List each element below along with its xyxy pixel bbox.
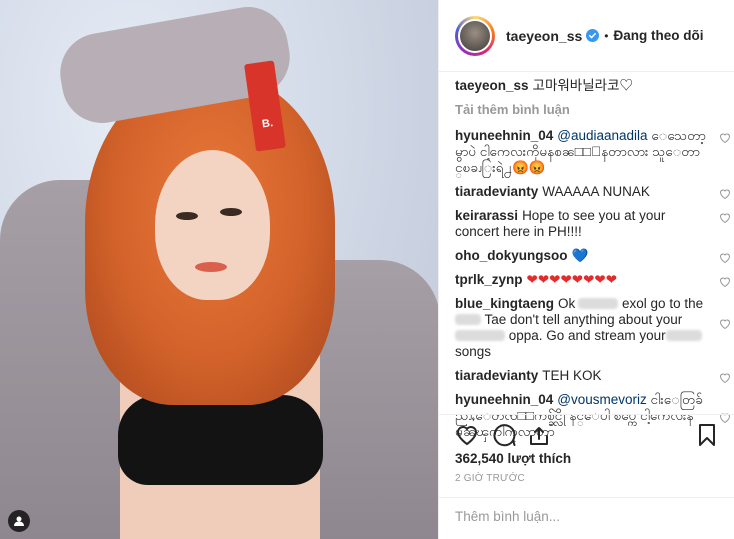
comment-username[interactable]: tprlk_zynp [455,272,523,287]
share-icon[interactable] [527,423,551,447]
comment-text: songs [455,344,492,359]
caption-text: 고마워바닐라코♡ [532,78,633,93]
following-button[interactable]: Đang theo dõi [613,28,703,43]
header-separator: • [604,28,609,43]
photo-product-label: B. [261,117,274,131]
comment-username[interactable]: blue_kingtaeng [455,296,554,311]
comments-list: taeyeon_ss 고마워바닐라코♡ Tải thêm bình luận hy… [455,78,733,448]
comment-username[interactable]: hyuneehnin_04 [455,392,553,407]
comment-text: Ok [558,296,576,311]
comment-like-icon[interactable] [719,372,731,383]
blurred-text [665,330,702,341]
post-header: taeyeon_ss • Đang theo dõi [439,0,734,72]
photo-eye-left [176,212,198,220]
comment-text: ❤❤❤❤❤❤❤❤ [526,272,618,287]
comment-username[interactable]: oho_dokyungsoo [455,248,568,263]
caption-username[interactable]: taeyeon_ss [455,78,529,93]
comment-item: blue_kingtaeng Ok exol go to the Tae don'… [455,296,733,360]
blurred-text [455,330,505,341]
caption: taeyeon_ss 고마워바닐라코♡ [455,78,733,94]
post-side-panel: taeyeon_ss • Đang theo dõi taeyeon_ss 고마워… [438,0,734,539]
comment-mention[interactable]: @audiaanadila [557,128,647,143]
comment-emoji: 😡😡 [512,160,546,175]
comment-username[interactable]: tiaradevianty [455,368,538,383]
verified-badge-icon [586,29,600,42]
comment-input[interactable] [455,509,719,524]
photo-eye-right [220,208,242,216]
comment-text: TEH KOK [542,368,602,383]
comment-item: tiaradevianty TEH KOK [455,368,733,384]
comment-like-icon[interactable] [719,188,731,199]
post-timestamp[interactable]: 2 GIỜ TRƯỚC [455,473,525,484]
comment-username[interactable]: tiaradevianty [455,184,538,199]
comment-text: oppa. Go and stream your [505,328,666,343]
comment-text: exol go to the [618,296,704,311]
likes-count[interactable]: 362,540 lượt thích [455,451,571,466]
avatar[interactable] [458,18,492,53]
comment-username[interactable]: hyuneehnin_04 [455,128,553,143]
user-tag-icon[interactable] [8,510,30,532]
blurred-text [578,298,619,309]
comment-like-icon[interactable] [719,212,731,223]
bookmark-icon[interactable] [695,423,719,447]
comment-like-icon[interactable] [719,252,731,263]
comment-text: Tae don't tell anything about your [481,312,683,327]
comment-item: tprlk_zynp ❤❤❤❤❤❤❤❤ [455,272,733,288]
comment-item: oho_dokyungsoo 💙 [455,248,733,264]
photo-face [155,150,270,300]
photo-top [118,395,323,485]
comment-item: keirarassi Hope to see you at your concer… [455,208,733,240]
avatar-story-ring[interactable] [455,15,495,56]
header-username[interactable]: taeyeon_ss [506,28,582,44]
comment-like-icon[interactable] [719,276,731,287]
comment-mention[interactable]: @vousmevoriz [557,392,646,407]
comment-item: tiaradevianty WAAAAA NUNAK [455,184,733,200]
comment-username[interactable]: keirarassi [455,208,518,223]
comment-item: hyuneehnin_04 @audiaanadila ေသေတာ့မွာပဲ င… [455,128,733,176]
post-photo[interactable]: B. [0,0,438,539]
comment-bubble-icon[interactable] [493,423,517,447]
load-more-comments-button[interactable]: Tải thêm bình luận [455,102,733,118]
photo-lips [195,262,227,272]
comment-text: 💙 [571,248,589,263]
blurred-text [455,314,481,325]
like-heart-icon[interactable] [455,423,479,447]
comment-text: WAAAAA NUNAK [542,184,650,199]
post-actions-bar [439,414,734,454]
add-comment-bar [439,497,734,539]
comment-like-icon[interactable] [719,132,731,143]
comment-like-icon[interactable] [719,318,731,329]
